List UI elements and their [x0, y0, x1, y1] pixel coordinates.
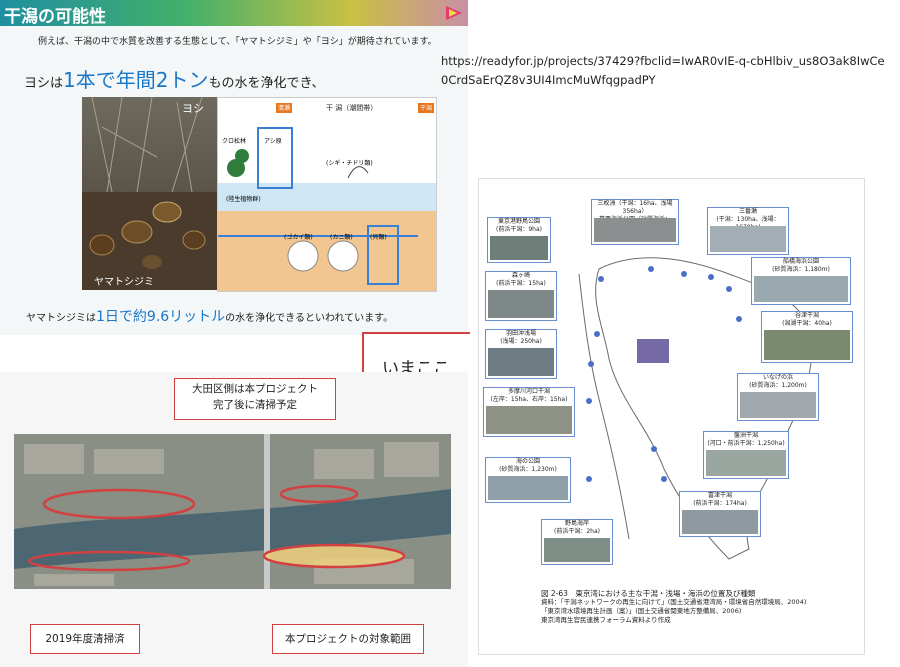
- tokyo-bay-tidal-flat-map: 東京港野鳥公園 (前浜干潟：9ha) 三枚洲（干潟：16ha、浅場 356ha）…: [478, 178, 865, 655]
- map-label-tokyo-port-bird-park: 東京港野鳥公園 (前浜干潟：9ha): [487, 217, 551, 263]
- diagram-right-label: 干潟: [420, 105, 433, 112]
- logo-icon: [446, 6, 462, 20]
- map-caption: 図 2-63 東京湾における主な干潟・浅場・海浜の位置及び種類 資料：「干潟ネッ…: [541, 589, 806, 625]
- map-caption-source-2: 「東京湾水環境再生計画（案）」(国土交通省関東地方整備局、2006): [541, 607, 742, 615]
- clam-fact-highlight: 1日で約9.6リットル: [96, 309, 226, 325]
- callout-ota-side: 大田区側は本プロジェクト 完了後に清掃予定: [174, 378, 336, 420]
- slide-project-area-map: 大田区側は本プロジェクト 完了後に清掃予定 2019年度清掃済 本プロジェクトの…: [0, 372, 468, 667]
- map-caption-title: 図 2-63 東京湾における主な干潟・浅場・海浜の位置及び種類: [541, 589, 756, 598]
- clam-fact-a: ヤマトシジミは: [26, 313, 96, 324]
- map-label-nojima: 野島海岸 (前浜干潟：2ha): [541, 519, 613, 565]
- map-label-tamagawa: 多摩川河口干潟 (左岸：15ha、右岸：15ha): [483, 387, 575, 437]
- map-label-haneda: 羽田沖浅場 (浅場：250ha): [485, 329, 557, 379]
- callout-cleaned-2019: 2019年度清掃済: [30, 624, 140, 654]
- reed-clam-photo: ヨシ ヤマトシジミ: [82, 97, 217, 290]
- map-label-umi-no-koen: 海の公園 (砂質海浜：1,230m): [485, 457, 571, 503]
- diagram-birds-label: (シギ・チドリ類): [326, 160, 373, 167]
- diagram-pine-label: クロ松林: [222, 138, 247, 145]
- map-caption-source-3: 東京湾再生官民連携フォーラム資料より作成: [541, 616, 671, 624]
- diagram-plants-label: (陸生植物群): [226, 196, 261, 203]
- map-label-banzu: 盤洲干潟 (河口・前浜干潟：1,250ha): [703, 431, 789, 479]
- callout-project-target: 本プロジェクトの対象範囲: [272, 624, 424, 654]
- slide-tidal-flat-potential: 干潟の可能性 例えば、干潟の中で水質を改善する生態として、「ヤマトシジミ」や「ヨ…: [0, 0, 468, 335]
- reed-clam-illustration: [82, 97, 217, 290]
- reed-fact: ヨシは1本で年間2トンもの水を浄化でき、: [24, 64, 325, 93]
- reed-fact-a: ヨシは: [24, 76, 64, 91]
- map-label-funabashi: 船橋海浜公園 (砂質海浜：1,180m): [751, 257, 851, 305]
- project-url[interactable]: https://readyfor.jp/projects/37429?fbcli…: [441, 52, 891, 90]
- clam-photo-label: ヤマトシジミ: [94, 277, 154, 288]
- reed-fact-b: もの水を浄化でき、: [208, 76, 325, 91]
- clam-fact-b: の水を浄化できるといわれています。: [225, 313, 394, 324]
- diagram-crab-label: (カニ類): [330, 234, 353, 241]
- reed-photo-label: ヨシ: [182, 102, 204, 115]
- map-label-sanbanze: 三番瀬 (干潟：130ha、浅場：1670ha): [707, 207, 789, 255]
- map-label-yatsu: 谷津干潟 (潟湖干潟：40ha): [761, 311, 853, 363]
- tidal-flat-diagram: 清瀬 干 潟（潮間帯） 干潟 クロ松林 アシ原 (陸生植物群) (シギ・チドリ類…: [217, 97, 437, 292]
- diagram-left-label: 清瀬: [278, 105, 291, 112]
- map-label-inage: いなげの浜 (砂質海浜：1,200m): [737, 373, 819, 421]
- map-label-sanmaizu: 三枚洲（干潟：16ha、浅場 356ha） 葛西海浜公園（砂質海浜：830m）: [591, 199, 679, 245]
- map-label-morigasaki: 森ヶ崎 (前浜干潟：15ha): [485, 271, 557, 321]
- diagram-worm-label: (ゴカイ類): [284, 234, 313, 241]
- slide-title: 干潟の可能性: [4, 7, 106, 27]
- map-caption-source-1: 資料：「干潟ネットワークの再生に向けて」(国土交通省港湾局・環境省自然環境局、2…: [541, 598, 807, 606]
- diagram-center-label: 干 潟（潮間帯）: [326, 104, 378, 112]
- intro-text: 例えば、干潟の中で水質を改善する生態として、「ヤマトシジミ」や「ヨシ」が期待され…: [38, 37, 437, 47]
- reed-fact-highlight: 1本で年間2トン: [63, 68, 209, 92]
- clam-fact: ヤマトシジミは1日で約9.6リットルの水を浄化できるといわれています。: [26, 306, 393, 326]
- diagram-reed-label: アシ原: [264, 138, 282, 145]
- map-label-futtsu: 富津干潟 (前浜干潟：174ha): [679, 491, 761, 537]
- diagram-shell-label: (貝類): [370, 234, 387, 241]
- river-aerial-photo: [14, 434, 451, 589]
- river-aerial-illustration: [14, 434, 451, 589]
